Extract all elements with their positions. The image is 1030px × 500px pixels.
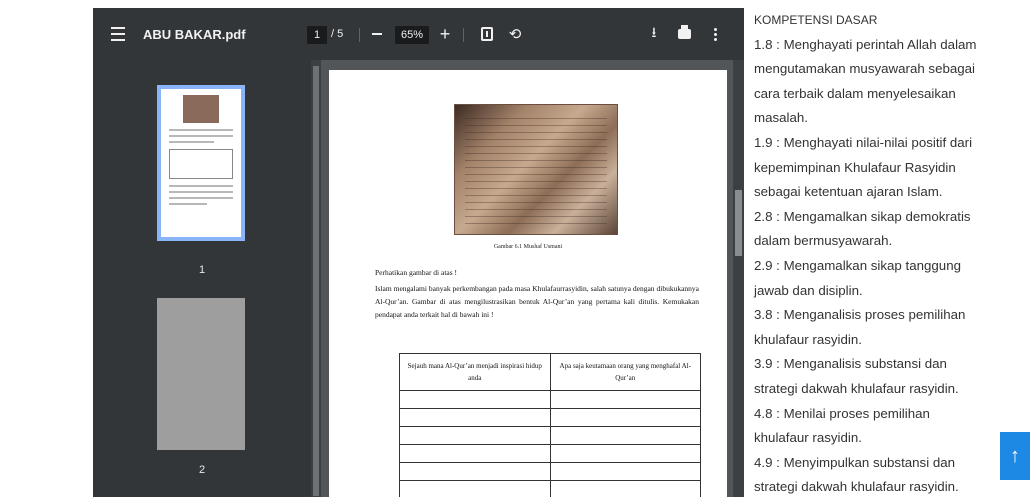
table-row xyxy=(399,408,701,427)
zoom-out-button[interactable] xyxy=(369,8,385,60)
manuscript-image xyxy=(454,104,618,235)
competency-line: 2.9 : Mengamalkan sikap tanggung xyxy=(754,257,961,273)
page-count: / 5 xyxy=(331,28,344,40)
zoom-input[interactable]: 65% xyxy=(395,26,429,44)
competency-line: khulafaur rasyidin. xyxy=(754,331,862,347)
competency-line: dalam bermusyawarah. xyxy=(754,233,893,249)
thumbnail-sidebar: 1 2 xyxy=(93,60,311,497)
toolbar-divider xyxy=(463,28,464,42)
thumbnail-label: 1 xyxy=(198,264,206,276)
competency-line: 3.9 : Menganalisis substansi dan xyxy=(754,356,947,372)
competency-line: khulafaur rasyidin. xyxy=(754,430,862,446)
rotate-icon[interactable]: ⟲ xyxy=(506,8,524,60)
table-row xyxy=(399,390,701,409)
competency-line: 4.9 : Menyimpulkan substansi dan xyxy=(754,454,956,470)
competency-line: 2.8 : Mengamalkan sikap demokratis xyxy=(754,208,971,224)
page-number-input[interactable]: 1 xyxy=(307,26,327,44)
pdf-toolbar: ABU BAKAR.pdf 1 / 5 65% + ⟲ ⭳ xyxy=(93,8,744,60)
toolbar-divider xyxy=(359,28,360,42)
competency-heading: KOMPETENSI DASAR xyxy=(754,13,878,27)
table-row xyxy=(399,480,701,497)
competency-line: sebagai ketentuan ajaran Islam. xyxy=(754,184,943,200)
more-options-icon[interactable] xyxy=(707,8,723,60)
competency-line: 4.8 : Menilai proses pemilihan xyxy=(754,405,930,421)
competency-line: 1.8 : Menghayati perintah Allah dalam xyxy=(754,36,977,52)
figure-caption: Gambar 6.1 Mushaf Usmani xyxy=(493,244,563,250)
page-scrollbar[interactable] xyxy=(733,60,744,497)
pdf-page: Gambar 6.1 Mushaf Usmani Perhatikan gamb… xyxy=(329,70,727,497)
worksheet-table: Sejauh mana Al-Qur’an menjadi inspirasi … xyxy=(399,353,701,497)
competency-line: kepemimpinan Khulafaur Rasyidin xyxy=(754,159,956,175)
page-thumbnail-1[interactable] xyxy=(157,85,245,241)
sidebar-scrollbar[interactable] xyxy=(311,60,321,497)
print-icon[interactable] xyxy=(675,8,693,60)
competency-line: 3.8 : Menganalisis proses pemilihan xyxy=(754,307,966,323)
competency-line: masalah. xyxy=(754,110,808,126)
page-thumbnail-2[interactable] xyxy=(157,298,245,450)
zoom-in-button[interactable]: + xyxy=(437,8,453,60)
competency-line: 1.9 : Menghayati nilai-nilai positif dar… xyxy=(754,134,973,150)
competency-line: strategi dakwah khulafaur rasyidin. xyxy=(754,479,959,495)
table-header: Sejauh mana Al-Qur’an menjadi inspirasi … xyxy=(399,353,551,391)
table-row xyxy=(399,444,701,463)
back-to-top-button[interactable]: ↑ xyxy=(1000,432,1030,480)
menu-icon[interactable] xyxy=(107,8,129,60)
competency-line: cara terbaik dalam menyelesaikan xyxy=(754,85,956,101)
page-paragraph: Perhatikan gambar di atas ! xyxy=(375,268,458,277)
competency-line: strategi dakwah khulafaur rasyidin. xyxy=(754,380,959,396)
competency-list: KOMPETENSI DASAR 1.8 : Menghayati perint… xyxy=(754,8,994,500)
table-row xyxy=(399,462,701,481)
competency-line: jawab dan disiplin. xyxy=(754,282,863,298)
thumbnail-label: 2 xyxy=(198,464,206,476)
fit-to-page-icon[interactable] xyxy=(478,8,496,60)
pdf-viewer: ABU BAKAR.pdf 1 / 5 65% + ⟲ ⭳ 1 2 Gambar… xyxy=(93,8,744,497)
competency-line: mengutamakan musyawarah sebagai xyxy=(754,61,976,77)
table-row xyxy=(399,426,701,445)
page-paragraph: Islam mengalami banyak perkembangan pada… xyxy=(375,284,699,319)
table-header: Apa saja keutamaan orang yang menghafal … xyxy=(549,353,701,391)
download-icon[interactable]: ⭳ xyxy=(646,8,662,60)
document-title: ABU BAKAR.pdf xyxy=(143,26,246,42)
